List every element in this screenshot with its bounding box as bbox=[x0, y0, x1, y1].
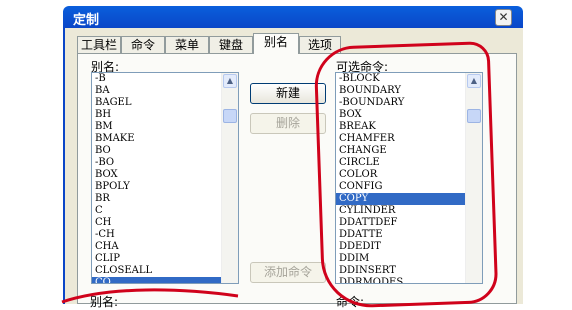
list-item[interactable]: BH bbox=[92, 109, 222, 121]
list-item[interactable]: -B bbox=[92, 73, 222, 85]
red-underline-annotation bbox=[61, 288, 239, 304]
list-item[interactable]: BO bbox=[92, 145, 222, 157]
list-item[interactable]: CH bbox=[92, 217, 222, 229]
alias-listbox[interactable]: -B BA BAGEL BH BM BMAKE BO -BO BOX BPOLY BR C CH -CH C… bbox=[91, 72, 239, 284]
list-item[interactable]: BA bbox=[92, 85, 222, 97]
tab-menu[interactable]: 菜单 bbox=[165, 36, 209, 53]
tab-alias[interactable]: 别名 bbox=[253, 33, 299, 54]
window-title: 定制 bbox=[73, 13, 100, 28]
tab-toolbar[interactable]: 工具栏 bbox=[77, 36, 121, 53]
list-item[interactable]: C bbox=[92, 205, 222, 217]
list-item[interactable]: BPOLY bbox=[92, 181, 222, 193]
list-item[interactable]: CHA bbox=[92, 241, 222, 253]
scroll-up-icon[interactable]: ▲ bbox=[223, 74, 237, 88]
list-item[interactable]: CLIP bbox=[92, 253, 222, 265]
close-button[interactable]: ✕ bbox=[495, 9, 512, 26]
list-item[interactable]: BM bbox=[92, 121, 222, 133]
add-command-button[interactable]: 添加命令 bbox=[250, 262, 326, 283]
list-item[interactable]: -CH bbox=[92, 229, 222, 241]
alias-scrollbar[interactable]: ▲ bbox=[221, 73, 238, 283]
tab-commands[interactable]: 命令 bbox=[121, 36, 165, 53]
list-item[interactable]: BOX bbox=[92, 169, 222, 181]
scroll-thumb[interactable] bbox=[223, 109, 237, 123]
list-item[interactable]: BR bbox=[92, 193, 222, 205]
list-item[interactable]: BMAKE bbox=[92, 133, 222, 145]
tab-keyboard[interactable]: 键盘 bbox=[209, 36, 253, 53]
delete-button[interactable]: 删除 bbox=[250, 113, 326, 134]
title-bar: 定制 bbox=[63, 6, 523, 28]
list-item[interactable]: CLOSEALL bbox=[92, 265, 222, 277]
red-circle-annotation bbox=[313, 41, 499, 309]
list-item[interactable]: -BO bbox=[92, 157, 222, 169]
list-item[interactable]: BAGEL bbox=[92, 97, 222, 109]
